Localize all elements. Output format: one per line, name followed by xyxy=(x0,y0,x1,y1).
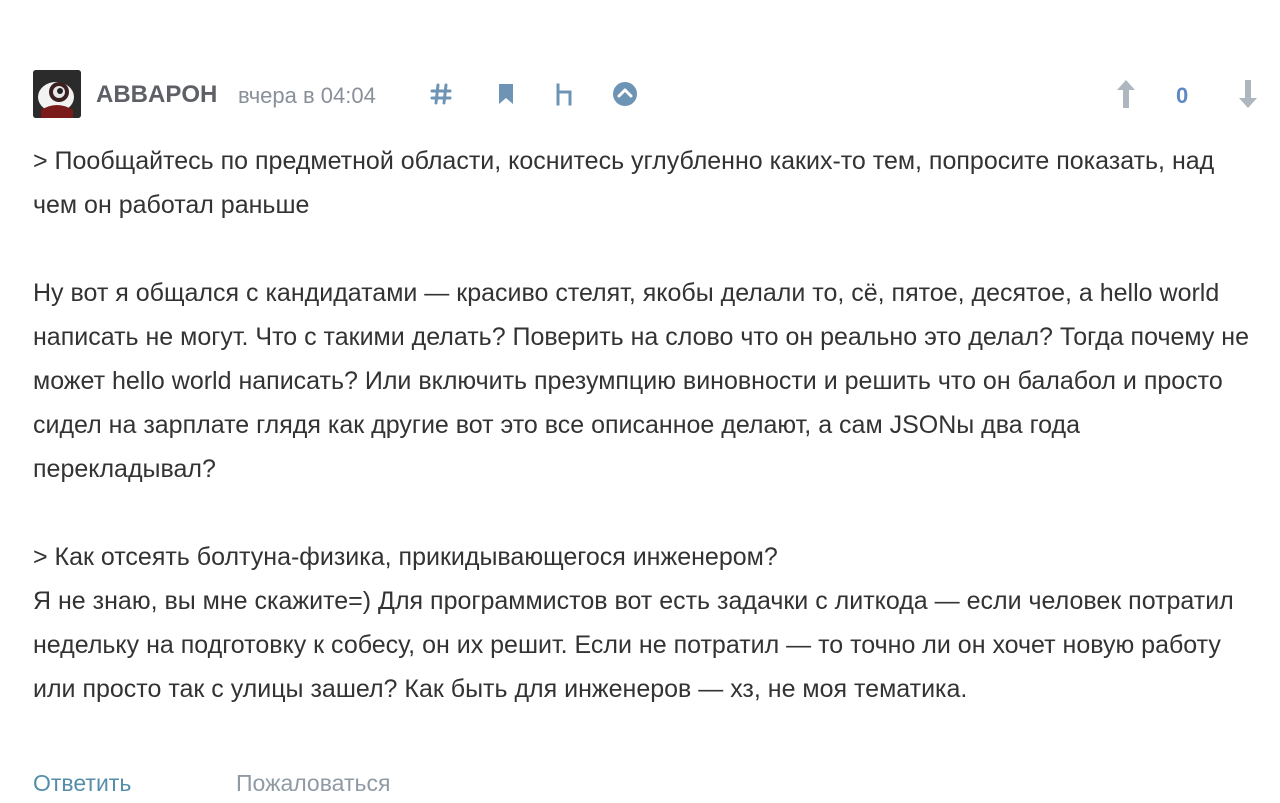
parent-comment-icon[interactable] xyxy=(550,79,580,109)
quote-paragraph: > Как отсеять болтуна-физика, прикидываю… xyxy=(33,543,778,571)
avatar[interactable] xyxy=(33,70,81,118)
reply-link[interactable]: Ответить xyxy=(33,770,131,797)
comment-author[interactable]: ABBAPOH xyxy=(96,81,217,109)
comment-timestamp[interactable]: вчера в 04:04 xyxy=(238,83,376,109)
arrow-down-icon[interactable] xyxy=(1233,79,1263,109)
comment-header: ABBAPOH вчера в 04:04 0 xyxy=(33,70,1263,120)
body-paragraph: Я не знаю, вы мне скажите=) Для программ… xyxy=(33,587,1234,703)
comment: ABBAPOH вчера в 04:04 0 > Пообщайтесь по… xyxy=(33,70,1263,796)
arrow-up-icon[interactable] xyxy=(1111,79,1141,109)
report-link[interactable]: Пожаловаться xyxy=(236,770,390,797)
bookmark-icon[interactable] xyxy=(491,79,521,109)
body-paragraph: Ну вот я общался с кандидатами — красиво… xyxy=(33,279,1249,483)
collapse-up-icon[interactable] xyxy=(610,79,640,109)
quote-paragraph: > Пообщайтесь по предметной области, кос… xyxy=(33,147,1215,219)
comment-body: > Пообщайтесь по предметной области, кос… xyxy=(33,139,1258,711)
hash-icon[interactable] xyxy=(426,79,456,109)
comment-score: 0 xyxy=(1176,83,1189,108)
